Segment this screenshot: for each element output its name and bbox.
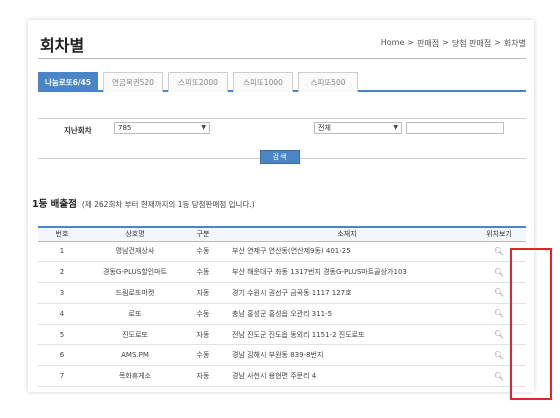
location-column-highlight xyxy=(510,248,552,400)
table-row: 4 로또 수동 충남 홍성군 홍성읍 오관리 311-5 🔍︎ xyxy=(38,303,526,325)
store-name: AMS.PM xyxy=(86,344,184,367)
first-prize-heading: 1등 배출점 xyxy=(32,199,77,210)
breadcrumb-store[interactable]: 판매점 xyxy=(417,38,439,49)
purchase-type: 자동 xyxy=(184,365,222,388)
tab-speetto1000[interactable]: 스피또1000 xyxy=(233,72,293,92)
purchase-type: 수동 xyxy=(184,261,222,284)
store-address: 충남 홍성군 홍성읍 오관리 311-5 xyxy=(222,303,472,325)
table-row: 2 경동G-PLUS할인마트 수동 부산 해운대구 좌동 1317번지 경동G-… xyxy=(38,261,526,284)
magnifier-icon[interactable]: 🔍︎ xyxy=(494,330,504,339)
store-address: 경기 수원시 권선구 금곡동 1117 127호 xyxy=(222,282,472,304)
store-name: 목화휴게소 xyxy=(86,365,184,388)
row-number: 6 xyxy=(38,344,86,367)
purchase-type: 자동 xyxy=(184,282,222,304)
col-header-address: 소재지 xyxy=(222,226,472,242)
store-address: 전남 진도군 진도읍 동외리 1151-2 진도로또 xyxy=(222,324,472,346)
caret-down-icon: ▼ xyxy=(393,124,398,131)
table-row: 1 명남건재상사 수동 부산 연제구 연산동(연산제9동) 401-25 🔍︎ xyxy=(38,241,526,263)
section-heading: 1등 배출점 (제 262회차 부터 현재까지의 1등 당첨판매점 입니다.) xyxy=(32,196,255,210)
row-number: 5 xyxy=(38,324,86,346)
tab-pension520[interactable]: 연금복권520 xyxy=(103,72,163,92)
magnifier-icon[interactable]: 🔍︎ xyxy=(494,288,504,297)
row-number: 4 xyxy=(38,303,86,325)
store-name: 경동G-PLUS할인마트 xyxy=(86,261,184,284)
section-subtitle: (제 262회차 부터 현재까지의 1등 당첨판매점 입니다.) xyxy=(81,200,255,209)
table-header-row: 번호 상호명 구분 소재지 위치보기 xyxy=(38,226,526,242)
breadcrumb: Home > 판매점 > 당첨 판매점 > 회차별 xyxy=(381,38,526,49)
breadcrumb-separator: > xyxy=(494,38,501,47)
table-row: 7 목화휴게소 자동 경남 사천시 용현면 주문리 4 🔍︎ xyxy=(38,365,526,388)
magnifier-icon[interactable]: 🔍︎ xyxy=(494,247,504,256)
row-number: 7 xyxy=(38,365,86,388)
col-header-location: 위치보기 xyxy=(472,226,526,242)
col-header-number: 번호 xyxy=(38,226,86,242)
magnifier-icon[interactable]: 🔍︎ xyxy=(494,351,504,360)
magnifier-icon[interactable]: 🔍︎ xyxy=(494,372,504,381)
breadcrumb-separator: > xyxy=(442,38,449,47)
title-divider xyxy=(38,58,526,59)
purchase-type: 수동 xyxy=(184,303,222,325)
magnifier-icon[interactable]: 🔍︎ xyxy=(494,268,504,277)
tab-lotto645[interactable]: 나눔로또6/45 xyxy=(38,72,98,92)
purchase-type: 자동 xyxy=(184,324,222,346)
region-detail-input[interactable] xyxy=(406,122,504,134)
round-select-value: 785 xyxy=(118,124,132,132)
table-row: 5 진도로또 자동 전남 진도군 진도읍 동외리 1151-2 진도로또 🔍︎ xyxy=(38,324,526,346)
store-name: 드림로또마켓 xyxy=(86,282,184,304)
round-label: 지난회차 xyxy=(64,126,92,135)
caret-down-icon: ▼ xyxy=(201,124,206,131)
store-address: 경남 사천시 용현면 주문리 4 xyxy=(222,365,472,388)
row-number: 1 xyxy=(38,241,86,263)
store-name: 명남건재상사 xyxy=(86,241,184,263)
page-title: 회차별 xyxy=(40,36,85,55)
purchase-type: 수동 xyxy=(184,344,222,367)
col-header-type: 구분 xyxy=(184,226,222,242)
store-name: 진도로또 xyxy=(86,324,184,346)
store-address: 경남 김해시 부원동 839-8번지 xyxy=(222,344,472,367)
row-number: 2 xyxy=(38,261,86,284)
lottery-tabs: 나눔로또6/45 연금복권520 스피또2000 스피또1000 스피또500 xyxy=(38,72,526,92)
breadcrumb-separator: > xyxy=(407,38,415,47)
row-number: 3 xyxy=(38,282,86,304)
round-select[interactable]: 785 ▼ xyxy=(114,122,210,134)
table-row: 3 드림로또마켓 자동 경기 수원시 권선구 금곡동 1117 127호 🔍︎ xyxy=(38,282,526,304)
purchase-type: 수동 xyxy=(184,241,222,263)
magnifier-icon[interactable]: 🔍︎ xyxy=(494,309,504,318)
winning-stores-table: 번호 상호명 구분 소재지 위치보기 1 명남건재상사 수동 부산 연제구 연산… xyxy=(38,226,526,388)
breadcrumb-winning-store[interactable]: 당첨 판매점 xyxy=(452,38,491,49)
table-row: 6 AMS.PM 수동 경남 김해시 부원동 839-8번지 🔍︎ xyxy=(38,344,526,367)
tab-speetto500[interactable]: 스피또500 xyxy=(298,72,358,92)
store-address: 부산 해운대구 좌동 1317번지 경동G-PLUS마트골상가103 xyxy=(222,261,472,284)
region-select[interactable]: 전체 ▼ xyxy=(314,122,402,134)
tab-speetto2000[interactable]: 스피또2000 xyxy=(168,72,228,92)
region-select-value: 전체 xyxy=(318,124,331,132)
store-address: 부산 연제구 연산동(연산제9동) 401-25 xyxy=(222,241,472,263)
search-button[interactable]: 검색 xyxy=(260,150,300,164)
col-header-store-name: 상호명 xyxy=(86,226,184,242)
store-name: 로또 xyxy=(86,303,184,325)
breadcrumb-home[interactable]: Home xyxy=(381,38,405,49)
content-panel: 회차별 Home > 판매점 > 당첨 판매점 > 회차별 나눔로또6/45 연… xyxy=(28,20,552,400)
breadcrumb-current: 회차별 xyxy=(503,39,526,48)
